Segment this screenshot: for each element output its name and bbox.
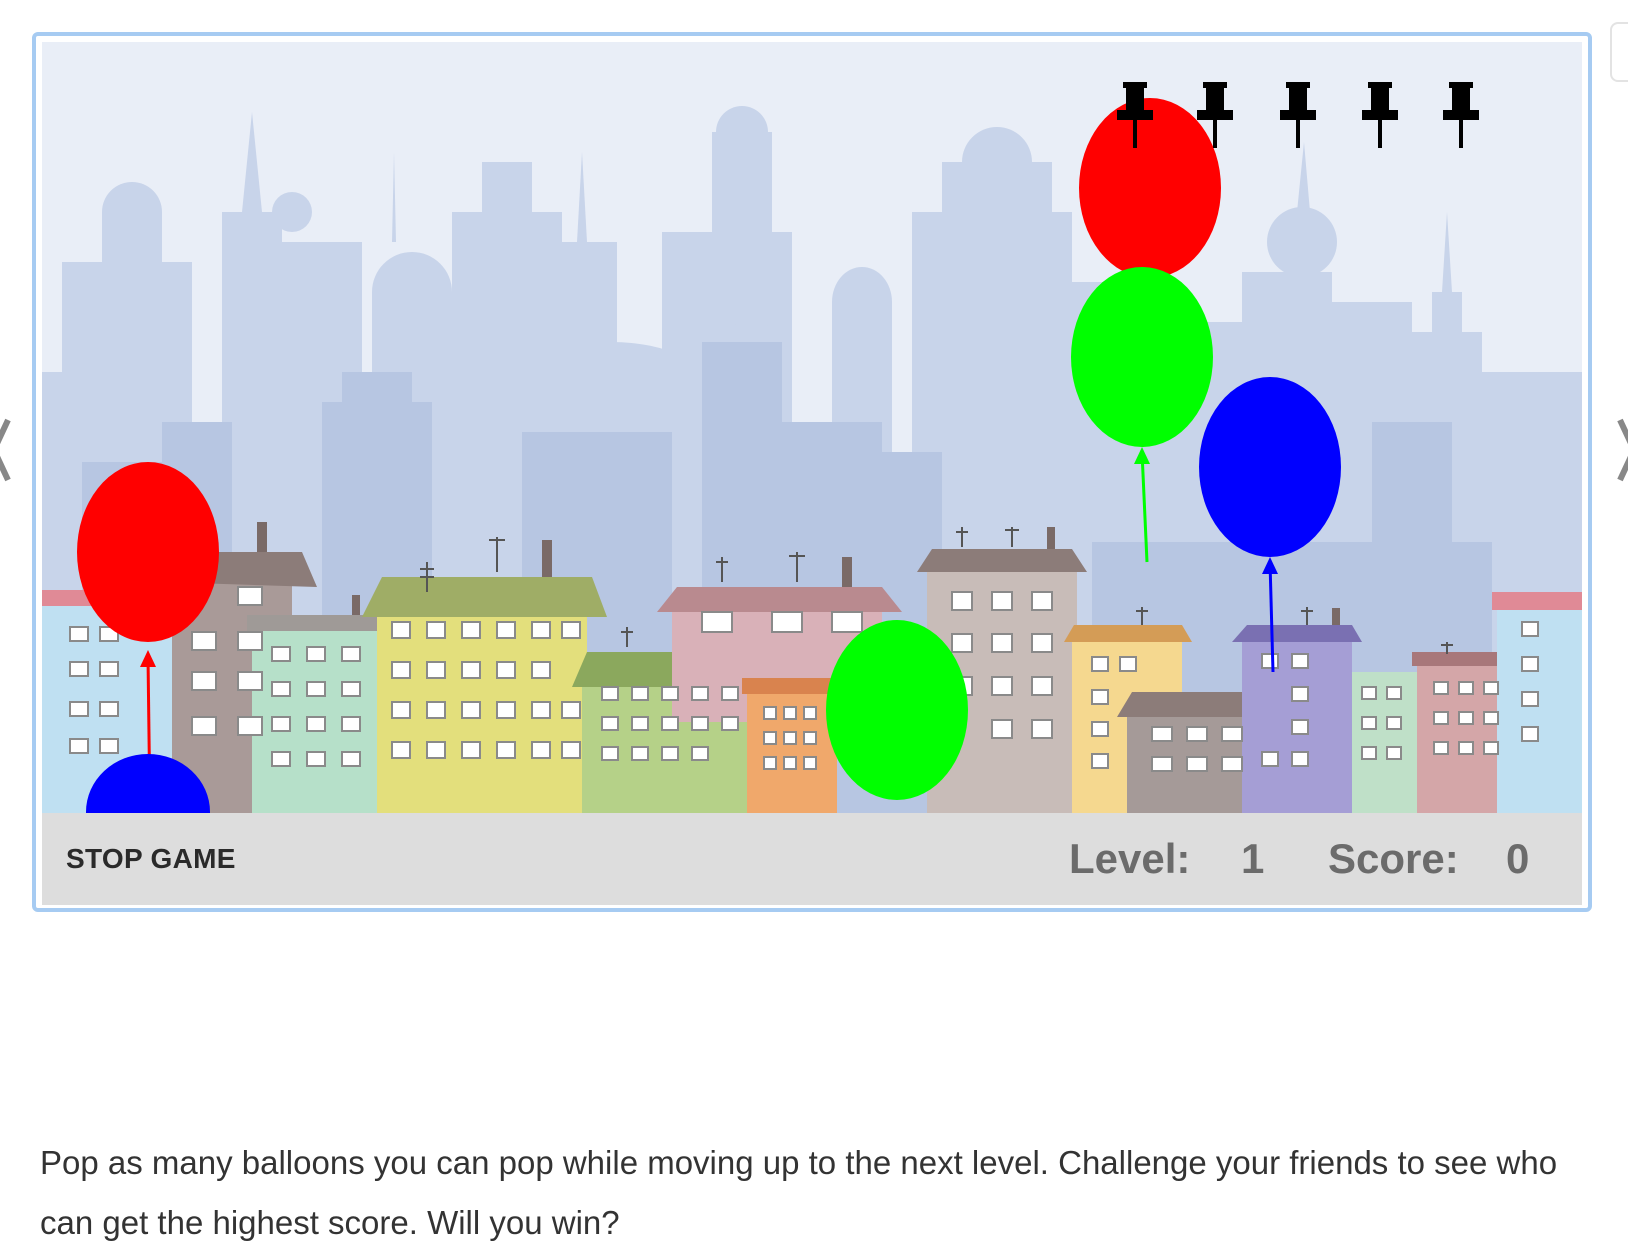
balloon-green[interactable] [1071,267,1213,563]
level-label: Level: [1069,835,1191,882]
level-value: 1 [1241,835,1265,882]
stop-game-button[interactable]: STOP GAME [66,843,236,875]
chevron-right-icon[interactable] [1612,400,1628,500]
balloon-green[interactable] [826,620,968,800]
game-frame: STOP GAME Level: 1 Score: 0 [32,32,1592,912]
score-label: Score: [1328,835,1459,882]
game-description: Pop as many balloons you can pop while m… [40,1144,1558,1241]
game-scene[interactable] [42,42,1582,813]
status-bar: STOP GAME Level: 1 Score: 0 [42,813,1582,905]
side-scroll-handle[interactable] [1610,22,1628,82]
balloon-red[interactable] [1079,98,1221,278]
balloon-layer[interactable] [42,42,1582,813]
balloon-blue[interactable] [86,754,210,813]
score-value: 0 [1506,835,1530,882]
balloon-blue[interactable] [1199,377,1341,673]
chevron-left-icon[interactable] [0,400,16,500]
